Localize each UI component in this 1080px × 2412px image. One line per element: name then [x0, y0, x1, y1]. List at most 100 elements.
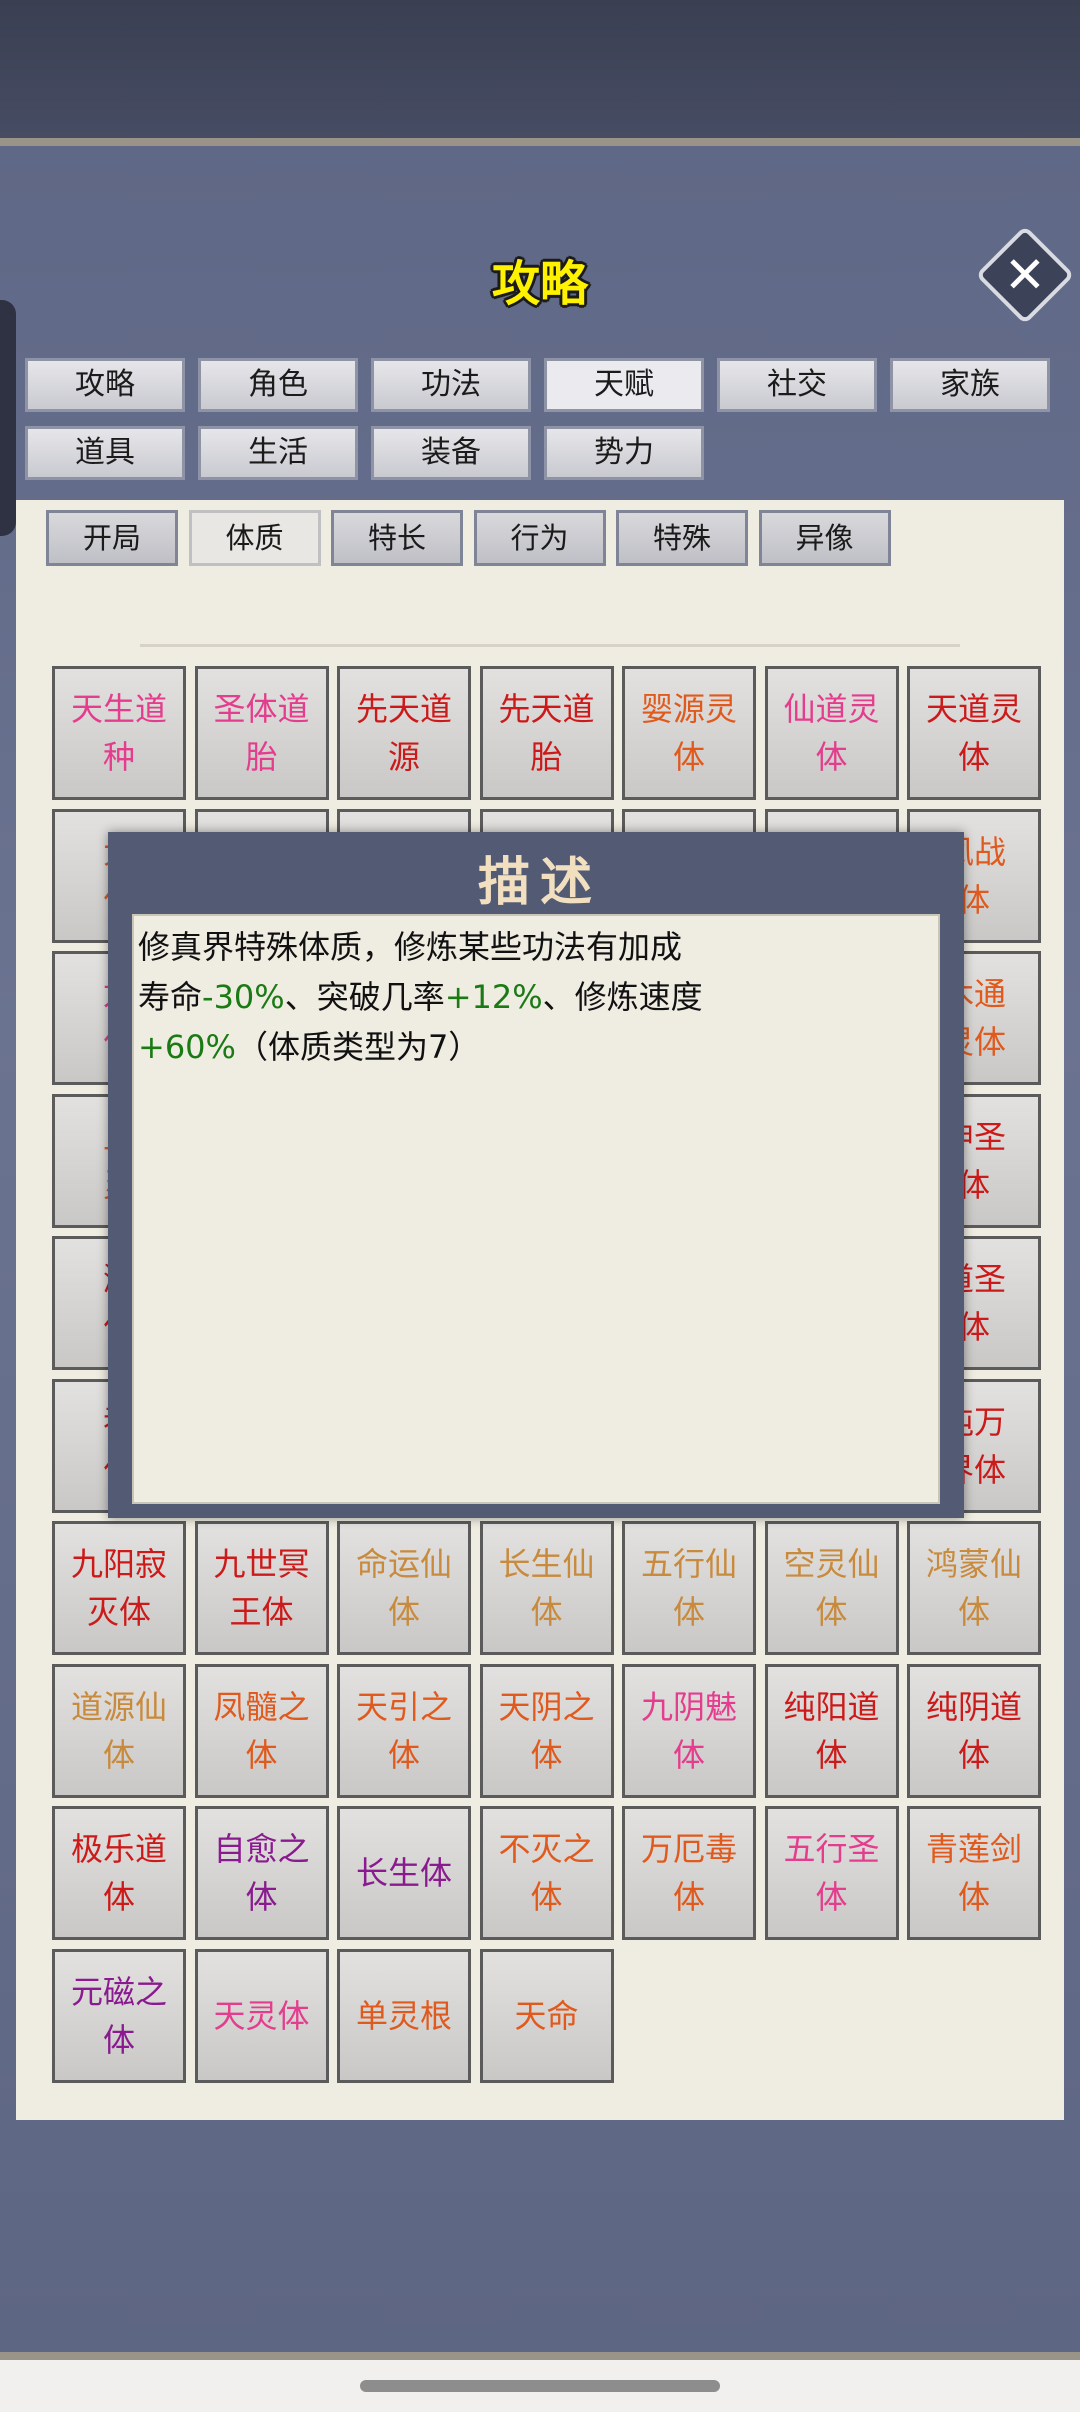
popup-body: 修真界特殊体质，修炼某些功法有加成 寿命-30%、突破几率+12%、修炼速度 +… [132, 914, 940, 1504]
talent-label-line2: 体 [957, 738, 990, 776]
sub-tab-5[interactable]: 异像 [758, 510, 891, 566]
talent-cell[interactable]: 自愈之体 [194, 1806, 329, 1940]
home-indicator[interactable] [360, 2380, 720, 2392]
talent-cell[interactable]: 九世冥 王体 [194, 1521, 329, 1655]
main-tab-6[interactable]: 道具 [25, 426, 185, 480]
talent-cell[interactable]: 极乐道体 [52, 1806, 186, 1940]
talent-cell[interactable]: 长生体 [337, 1806, 471, 1940]
close-icon[interactable]: ✕ [990, 240, 1060, 310]
talent-label-line1: 极乐道 [70, 1830, 167, 1868]
main-tab-9[interactable]: 势力 [544, 426, 704, 480]
talent-cell[interactable]: 道源仙体 [52, 1663, 186, 1798]
talent-label-line1: 长生体 [355, 1854, 452, 1892]
talent-label-line1: 自愈之 [213, 1830, 310, 1868]
desc-breakthrough-label: 、突破几率 [284, 978, 445, 1016]
talent-label-line2: 体 [102, 1878, 135, 1916]
main-tab-0[interactable]: 攻略 [25, 358, 185, 412]
talent-label-line1: 九阴魅 [640, 1687, 737, 1726]
talent-label-line1: 单灵根 [355, 1996, 452, 2035]
talent-label-line2: 王体 [229, 1593, 294, 1631]
talent-cell[interactable]: 先天道源 [337, 666, 471, 800]
desc-speed-label: 、修炼速度 [542, 978, 703, 1016]
talent-label-line2: 胎 [530, 738, 563, 776]
main-tab-8[interactable]: 装备 [371, 426, 531, 480]
talent-cell[interactable]: 天灵体 [194, 1948, 329, 2083]
talent-label-line1: 天引之 [355, 1687, 452, 1726]
talent-cell[interactable]: 长生仙体 [479, 1521, 614, 1655]
talent-cell[interactable]: 不灭之体 [479, 1806, 614, 1940]
desc-type-note: （体质类型为7） [235, 1028, 481, 1066]
talent-label-line1: 长生仙 [498, 1545, 595, 1583]
sub-tab-3[interactable]: 行为 [473, 510, 606, 566]
talent-cell[interactable]: 命运仙体 [337, 1521, 471, 1655]
talent-label-line2: 胎 [245, 738, 278, 776]
main-tab-1[interactable]: 角色 [198, 358, 358, 412]
talent-cell[interactable]: 圣体道胎 [194, 666, 329, 800]
talent-label-line2: 体 [815, 1593, 848, 1631]
talent-cell[interactable]: 纯阴道体 [907, 1663, 1041, 1798]
talent-label-line1: 鸿蒙仙 [925, 1545, 1022, 1583]
talent-label-line2: 体 [815, 1878, 848, 1916]
talent-cell[interactable]: 先天道胎 [479, 666, 614, 800]
sub-tab-0[interactable]: 开局 [46, 510, 178, 566]
side-edge-tab[interactable] [0, 300, 16, 536]
main-tab-5[interactable]: 家族 [890, 358, 1050, 412]
talent-cell[interactable]: 婴源灵体 [622, 666, 756, 800]
main-tab-3[interactable]: 天赋 [544, 358, 704, 412]
talent-cell[interactable]: 天道灵体 [907, 666, 1041, 800]
talent-cell[interactable]: 空灵仙体 [764, 1521, 899, 1655]
talent-label-line1: 先天道 [355, 690, 452, 728]
page-title: 攻略 [491, 256, 588, 312]
sub-tab-1[interactable]: 体质 [188, 510, 321, 566]
talent-cell[interactable]: 天命 [479, 1948, 614, 2083]
talent-cell[interactable]: 元磁之体 [52, 1948, 186, 2083]
talent-label-line1: 道源仙 [70, 1687, 167, 1726]
talent-label-line1: 空灵仙 [783, 1545, 880, 1583]
talent-cell[interactable]: 单灵根 [337, 1948, 471, 2083]
talent-cell[interactable]: 纯阳道体 [764, 1663, 899, 1798]
talent-label-line1: 天阴之 [498, 1687, 595, 1726]
talent-label-line2: 种 [102, 738, 135, 776]
desc-breakthrough-value: +12% [444, 978, 543, 1016]
talent-cell[interactable]: 万厄毒体 [622, 1806, 756, 1940]
sub-tab-2[interactable]: 特长 [331, 510, 463, 566]
desc-speed-value: +60% [138, 1028, 236, 1066]
main-tab-4[interactable]: 社交 [717, 358, 877, 412]
top-divider [0, 138, 1080, 146]
desc-line-2: 寿命-30%、突破几率+12%、修炼速度 [138, 972, 934, 1022]
top-status-area [0, 0, 1080, 138]
talent-label-line1: 五行仙 [640, 1545, 737, 1583]
talent-label-line1: 天生道 [70, 690, 167, 728]
talent-cell[interactable]: 天引之体 [337, 1663, 471, 1798]
talent-cell[interactable]: 鸿蒙仙体 [907, 1521, 1041, 1655]
talent-label-line2: 体 [102, 2020, 135, 2059]
talent-label-line2: 体 [102, 1735, 135, 1774]
talent-label-line2: 体 [957, 1735, 990, 1774]
talent-label-line2: 体 [245, 1735, 278, 1774]
talent-cell[interactable]: 九阴魅体 [622, 1663, 756, 1798]
talent-label-line2: 体 [387, 1735, 420, 1774]
talent-label-line1: 婴源灵 [640, 690, 737, 728]
main-tab-7[interactable]: 生活 [198, 426, 358, 480]
talent-label-line1: 纯阳道 [783, 1687, 880, 1726]
talent-cell[interactable]: 天生道种 [52, 666, 186, 800]
talent-label-line2: 体 [530, 1735, 563, 1774]
talent-label-line1: 九世冥 [213, 1545, 310, 1583]
talent-label-line1: 青莲剑 [925, 1830, 1022, 1868]
talent-label-line2: 灭体 [86, 1593, 151, 1631]
sub-tab-4[interactable]: 特殊 [616, 510, 748, 566]
talent-cell[interactable]: 仙道灵体 [764, 666, 899, 800]
talent-cell[interactable]: 凤髓之体 [194, 1663, 329, 1798]
talent-label-line2: 体 [815, 1735, 848, 1774]
talent-cell[interactable]: 五行圣体 [764, 1806, 899, 1940]
talent-label-line1: 命运仙 [355, 1545, 452, 1583]
talent-cell[interactable]: 九阳寂 灭体 [52, 1521, 186, 1655]
talent-label-line2: 体 [672, 1878, 705, 1916]
talent-label-line2: 体 [245, 1878, 278, 1916]
talent-label-line2: 体 [530, 1593, 563, 1631]
talent-cell[interactable]: 青莲剑体 [907, 1806, 1041, 1940]
talent-cell[interactable]: 五行仙体 [622, 1521, 756, 1655]
talent-cell[interactable]: 天阴之体 [479, 1663, 614, 1798]
talent-label-line1: 仙道灵 [783, 690, 880, 728]
main-tab-2[interactable]: 功法 [371, 358, 531, 412]
